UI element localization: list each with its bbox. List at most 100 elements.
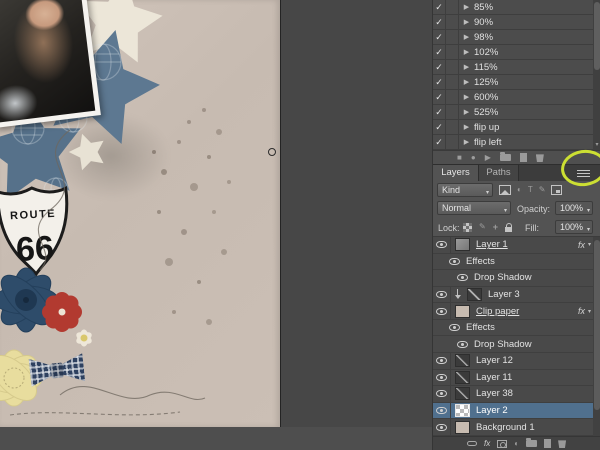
add-layer-style-icon[interactable]: fx xyxy=(484,439,490,448)
layer-name[interactable]: Layer 38 xyxy=(476,388,513,399)
eye-icon[interactable] xyxy=(436,407,447,415)
visibility-cell[interactable] xyxy=(433,402,451,419)
layer-thumbnail[interactable] xyxy=(467,288,482,302)
disclosure-triangle-icon[interactable]: ▶ xyxy=(459,15,474,29)
fill-value-box[interactable]: 100% ▾ xyxy=(555,220,593,234)
layer-thumbnail[interactable] xyxy=(455,304,470,318)
type-layer-filter-icon[interactable]: T xyxy=(528,184,533,196)
action-label[interactable]: flip left xyxy=(474,135,501,149)
action-label[interactable]: flip up xyxy=(474,120,499,134)
layer-effects-badge[interactable]: fx ▾ xyxy=(578,303,591,319)
dialog-toggle[interactable] xyxy=(446,0,459,14)
visibility-cell[interactable] xyxy=(433,419,451,435)
canvas-area[interactable]: ROUTE 66 xyxy=(0,0,432,427)
layer-thumbnail[interactable] xyxy=(455,238,470,252)
disclosure-triangle-icon[interactable]: ▶ xyxy=(459,30,474,44)
shape-layer-filter-icon[interactable]: ✎ xyxy=(539,184,546,196)
layer-name[interactable]: Background 1 xyxy=(476,422,535,433)
eye-icon[interactable] xyxy=(436,357,447,365)
action-row[interactable]: ✓ ▶ 90% xyxy=(433,15,593,30)
layers-scrollbar[interactable] xyxy=(593,237,600,436)
layer-row[interactable]: Layer 11 xyxy=(433,369,593,387)
dialog-toggle[interactable] xyxy=(446,105,459,119)
dialog-toggle[interactable] xyxy=(446,120,459,134)
action-label[interactable]: 102% xyxy=(474,45,498,59)
check-icon[interactable]: ✓ xyxy=(433,30,446,44)
layer-name[interactable]: Clip paper xyxy=(476,306,519,317)
action-row[interactable]: ✓ ▶ flip left xyxy=(433,135,593,150)
eye-icon[interactable] xyxy=(457,274,468,282)
collapse-effects-icon[interactable]: ▾ xyxy=(588,308,591,315)
layer-name[interactable]: Layer 2 xyxy=(476,405,508,416)
drop-shadow-row[interactable]: Drop Shadow xyxy=(433,270,593,287)
action-row[interactable]: ✓ ▶ 115% xyxy=(433,60,593,75)
check-icon[interactable]: ✓ xyxy=(433,120,446,134)
action-row[interactable]: ✓ ▶ 125% xyxy=(433,75,593,90)
link-layers-icon[interactable] xyxy=(467,441,477,446)
lock-transparency-icon[interactable] xyxy=(463,222,472,232)
check-icon[interactable]: ✓ xyxy=(433,60,446,74)
drop-shadow-row[interactable]: Drop Shadow xyxy=(433,336,593,354)
action-label[interactable]: 98% xyxy=(474,30,493,44)
dialog-toggle[interactable] xyxy=(446,75,459,89)
dialog-toggle[interactable] xyxy=(446,135,459,149)
disclosure-triangle-icon[interactable]: ▶ xyxy=(459,90,474,104)
lock-position-icon[interactable]: + xyxy=(493,222,498,232)
actions-scrollbar-thumb[interactable] xyxy=(594,2,600,70)
check-icon[interactable]: ✓ xyxy=(433,135,446,149)
effects-row[interactable]: Effects xyxy=(433,319,593,337)
layer-name[interactable]: Layer 11 xyxy=(476,372,512,383)
action-label[interactable]: 525% xyxy=(474,105,498,119)
layer-row[interactable]: Clip paper fx ▾ xyxy=(433,303,593,320)
actions-scrollbar[interactable]: ▾ xyxy=(593,0,600,150)
pixel-layer-filter-icon[interactable] xyxy=(499,185,511,195)
layer-row[interactable]: Layer 38 xyxy=(433,386,593,403)
check-icon[interactable]: ✓ xyxy=(433,90,446,104)
new-group-icon[interactable] xyxy=(526,438,538,447)
check-icon[interactable]: ✓ xyxy=(433,0,446,14)
check-icon[interactable]: ✓ xyxy=(433,75,446,89)
eye-icon[interactable] xyxy=(449,257,460,265)
eye-icon[interactable] xyxy=(436,423,447,431)
dialog-toggle[interactable] xyxy=(446,30,459,44)
layer-effects-badge[interactable]: fx ▾ xyxy=(578,237,591,253)
disclosure-triangle-icon[interactable]: ▶ xyxy=(459,0,474,14)
delete-layer-icon[interactable] xyxy=(558,440,567,448)
action-row[interactable]: ✓ ▶ 525% xyxy=(433,105,593,120)
eye-icon[interactable] xyxy=(449,324,460,332)
eye-icon[interactable] xyxy=(436,373,447,381)
layer-row[interactable]: Layer 12 xyxy=(433,353,593,370)
disclosure-triangle-icon[interactable]: ▶ xyxy=(459,45,474,59)
action-label[interactable]: 115% xyxy=(474,60,498,74)
action-label[interactable]: 85% xyxy=(474,0,493,14)
disclosure-triangle-icon[interactable]: ▶ xyxy=(459,135,474,149)
stop-icon[interactable]: ■ xyxy=(457,152,462,164)
layer-thumbnail[interactable] xyxy=(455,387,470,401)
blend-mode-dropdown[interactable]: Normal ▾ xyxy=(437,201,511,215)
layer-thumbnail[interactable] xyxy=(455,404,470,418)
layer-row[interactable]: Layer 3 xyxy=(433,286,593,304)
action-label[interactable]: 90% xyxy=(474,15,493,29)
disclosure-triangle-icon[interactable]: ▶ xyxy=(459,105,474,119)
layer-name[interactable]: Layer 12 xyxy=(476,355,513,366)
layer-thumbnail[interactable] xyxy=(455,370,470,384)
layer-name[interactable]: Layer 1 xyxy=(476,239,508,250)
layer-row[interactable]: Background 1 xyxy=(433,419,593,436)
visibility-cell[interactable] xyxy=(433,353,451,369)
lock-image-icon[interactable]: ✎ xyxy=(479,221,486,233)
adjustment-layer-icon[interactable]: ◐ xyxy=(514,438,519,450)
dialog-toggle[interactable] xyxy=(446,60,459,74)
eye-icon[interactable] xyxy=(436,390,447,398)
action-row[interactable]: ✓ ▶ 98% xyxy=(433,30,593,45)
smart-object-filter-icon[interactable] xyxy=(551,185,563,195)
effects-label[interactable]: Effects xyxy=(466,256,495,267)
check-icon[interactable]: ✓ xyxy=(433,105,446,119)
action-label[interactable]: 600% xyxy=(474,90,498,104)
collapse-effects-icon[interactable]: ▾ xyxy=(588,241,591,248)
delete-icon[interactable] xyxy=(535,154,544,162)
check-icon[interactable]: ✓ xyxy=(433,45,446,59)
adjustment-layer-filter-icon[interactable]: ◐ xyxy=(517,184,522,196)
effect-label[interactable]: Drop Shadow xyxy=(474,339,532,350)
disclosure-triangle-icon[interactable]: ▶ xyxy=(459,75,474,89)
eye-icon[interactable] xyxy=(457,340,468,348)
